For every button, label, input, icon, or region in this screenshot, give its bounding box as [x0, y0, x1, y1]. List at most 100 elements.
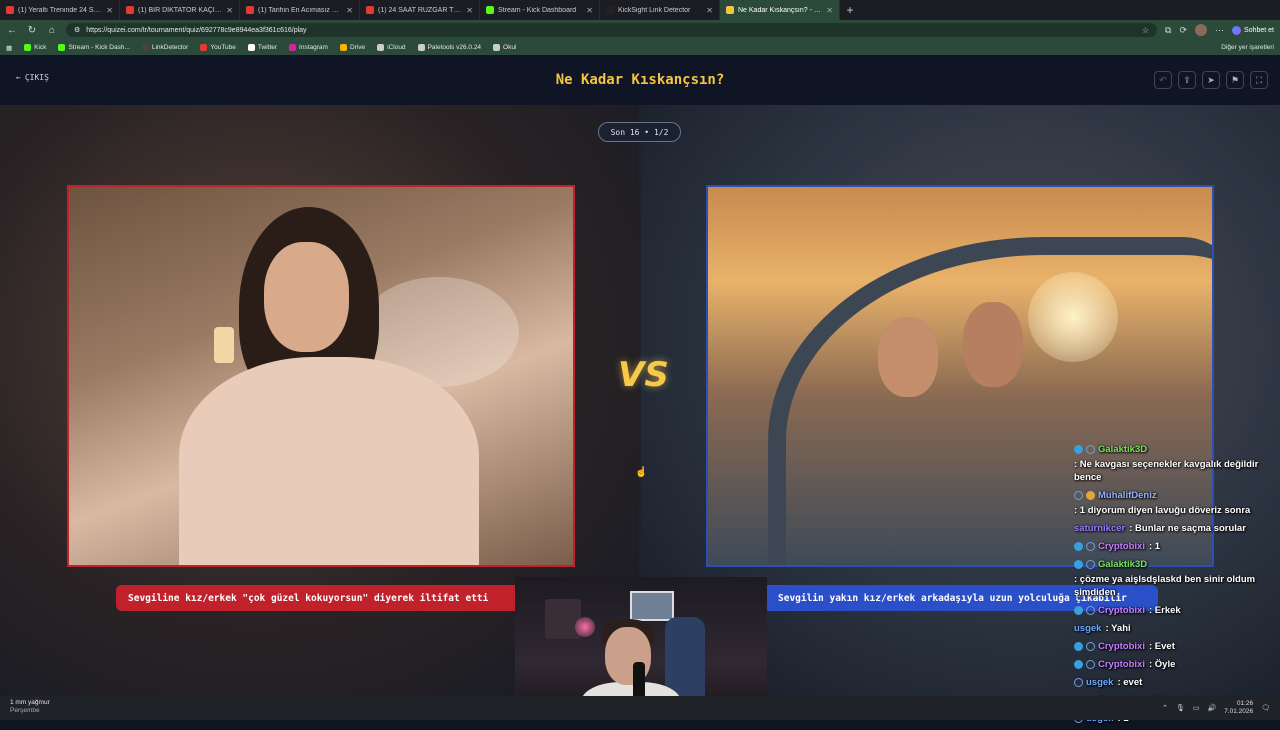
- reload-icon[interactable]: ↻: [26, 25, 38, 36]
- blue-badge-icon: [1074, 542, 1083, 551]
- chat-username[interactable]: Cryptobixi: [1098, 640, 1145, 653]
- ring-badge-icon: [1086, 445, 1095, 454]
- bookmark-favicon: [141, 44, 149, 51]
- bookmark-item[interactable]: Kick: [24, 44, 46, 51]
- browser-tab[interactable]: (1) 24 SAAT RÜZGAR TÜRBİNİND ✕: [360, 0, 480, 20]
- bookmark-label: Instagram: [299, 44, 328, 51]
- pink-lamp: [575, 617, 595, 637]
- tab-favicon: [366, 6, 374, 14]
- site-info-icon[interactable]: ⚙: [74, 26, 80, 34]
- browser-tab[interactable]: KickSight Link Detector ✕: [600, 0, 720, 20]
- apps-icon[interactable]: ▦: [6, 44, 12, 52]
- vs-icon: VS: [618, 355, 669, 395]
- hand-cursor-icon: ☝: [635, 467, 648, 478]
- back-icon[interactable]: ←: [6, 25, 18, 36]
- url-text: https://quizei.com/tr/tournament/quiz/69…: [86, 26, 307, 34]
- chat-text: : Yahi: [1105, 623, 1131, 634]
- close-tab-icon[interactable]: ✕: [226, 6, 233, 15]
- chat-username[interactable]: Galaktik3D: [1098, 443, 1147, 456]
- chat-text: : Evet: [1148, 641, 1175, 652]
- browser-tab[interactable]: Stream - Kick Dashboard ✕: [480, 0, 600, 20]
- shelf: [545, 599, 581, 639]
- notification-icon[interactable]: 🗨: [1261, 704, 1270, 712]
- new-tab-button[interactable]: +: [840, 0, 860, 20]
- tab-label: (1) Tarihin En Acımasız Diktatör Ö: [258, 6, 342, 14]
- browser-tab[interactable]: (1) Tarihin En Acımasız Diktatör Ö ✕: [240, 0, 360, 20]
- browser-tab[interactable]: Ne Kadar Kıskançsın? - Tier List, K ✕: [720, 0, 840, 20]
- bookmark-item[interactable]: Instagram: [289, 44, 328, 51]
- blue-badge-icon: [1074, 660, 1083, 669]
- flag-icon[interactable]: ⚑: [1226, 71, 1244, 89]
- browser-tab-strip: (1) Yeraltı Treninde 24 Saat Hayatt✕(1) …: [0, 0, 1280, 20]
- blue-badge-icon: [1074, 560, 1083, 569]
- chat-username[interactable]: Cryptobixi: [1098, 658, 1145, 671]
- chat-text: : 1: [1148, 541, 1161, 552]
- bookmark-item[interactable]: LinkDetector: [141, 44, 188, 51]
- undo-icon[interactable]: ↶: [1154, 71, 1172, 89]
- weather-text: 1 mm yağmur: [10, 699, 50, 706]
- left-choice-image[interactable]: [67, 185, 575, 567]
- fullscreen-icon[interactable]: ⛶: [1250, 71, 1268, 89]
- chat-button[interactable]: Sohbet et: [1232, 25, 1274, 35]
- close-tab-icon[interactable]: ✕: [706, 6, 713, 15]
- browser-tab[interactable]: (1) Yeraltı Treninde 24 Saat Hayatt✕: [0, 0, 120, 20]
- blue-badge-icon: [1074, 642, 1083, 651]
- ring-badge-icon: [1086, 606, 1095, 615]
- chat-username[interactable]: Cryptobixi: [1098, 540, 1145, 553]
- ring-badge-icon: [1086, 660, 1095, 669]
- bookmark-label: YouTube: [210, 44, 236, 51]
- bookmark-favicon: [200, 44, 208, 51]
- refresh-extension-icon[interactable]: ⟳: [1179, 25, 1187, 36]
- profile-avatar[interactable]: [1195, 24, 1208, 36]
- weather-widget[interactable]: 1 mm yağmur Perşembe: [10, 699, 50, 715]
- wave-poster: [630, 591, 674, 621]
- clock-date: 7.01.2026: [1224, 708, 1254, 715]
- close-tab-icon[interactable]: ✕: [826, 6, 833, 15]
- address-bar[interactable]: ⚙ https://quizei.com/tr/tournament/quiz/…: [66, 23, 1158, 37]
- chat-username[interactable]: MuhalifDeniz: [1098, 489, 1157, 502]
- extensions-icon[interactable]: ⧉: [1165, 25, 1171, 36]
- bookmark-item[interactable]: Okul: [493, 44, 516, 51]
- chat-username[interactable]: saturnikcer: [1074, 522, 1125, 535]
- driver-man: [963, 302, 1023, 387]
- menu-icon[interactable]: ⋯: [1215, 25, 1224, 36]
- close-tab-icon[interactable]: ✕: [346, 6, 353, 15]
- chevron-up-icon[interactable]: ⌃: [1162, 704, 1168, 712]
- tab-label: Stream - Kick Dashboard: [498, 6, 577, 14]
- bookmark-item[interactable]: Drive: [339, 44, 365, 51]
- bookmark-item[interactable]: Twitter: [247, 44, 277, 51]
- clock[interactable]: 01:26 7.01.2026: [1224, 700, 1253, 716]
- bookmark-item[interactable]: YouTube: [200, 44, 236, 51]
- chat-message: Cryptobixi: Öyle: [1074, 658, 1280, 671]
- browser-tab[interactable]: (1) BİR DİKTATÖR KAÇIRIRSA NE ✕: [120, 0, 240, 20]
- chat-username[interactable]: usgek: [1086, 676, 1113, 689]
- stream-chat-overlay: Galaktik3D: Ne kavgası seçenekler kavgal…: [1074, 443, 1280, 730]
- chat-text: : Öyle: [1148, 659, 1176, 670]
- volume-icon[interactable]: 🔊: [1207, 704, 1216, 712]
- home-icon[interactable]: ⌂: [46, 25, 58, 36]
- bookmark-item[interactable]: iCloud: [377, 44, 406, 51]
- bookmark-star-icon[interactable]: ☆: [1142, 26, 1149, 35]
- tab-label: Ne Kadar Kıskançsın? - Tier List, K: [738, 6, 822, 14]
- left-choice-caption[interactable]: Sevgiline kız/erkek "çok güzel kokuyorsu…: [116, 585, 520, 611]
- network-icon[interactable]: ▭: [1193, 704, 1200, 712]
- tab-label: KickSight Link Detector: [618, 6, 691, 14]
- browser-toolbar: ← ↻ ⌂ ⚙ https://quizei.com/tr/tournament…: [0, 20, 1280, 40]
- chat-username[interactable]: Galaktik3D: [1098, 558, 1147, 571]
- bookmark-item[interactable]: Paletools v26.0.24: [417, 44, 481, 51]
- close-tab-icon[interactable]: ✕: [586, 6, 593, 15]
- woman-face: [264, 242, 349, 352]
- chat-message: MuhalifDeniz: 1 diyorum diyen lavuğu döv…: [1074, 489, 1280, 517]
- other-bookmarks[interactable]: Diğer yer işaretleri: [1221, 44, 1274, 51]
- chat-username[interactable]: Cryptobixi: [1098, 604, 1145, 617]
- chat-username[interactable]: usgek: [1074, 622, 1101, 635]
- send-icon[interactable]: ➤: [1202, 71, 1220, 89]
- blue-badge-icon: [1074, 445, 1083, 454]
- share-icon[interactable]: ⇪: [1178, 71, 1196, 89]
- header-actions: ↶ ⇪ ➤ ⚑ ⛶: [1154, 71, 1268, 89]
- close-tab-icon[interactable]: ✕: [106, 6, 113, 15]
- bookmark-favicon: [247, 44, 255, 51]
- close-tab-icon[interactable]: ✕: [466, 6, 473, 15]
- bookmark-item[interactable]: Stream - Kick Dash...: [58, 44, 130, 51]
- mic-icon[interactable]: 🎙: [1176, 704, 1185, 712]
